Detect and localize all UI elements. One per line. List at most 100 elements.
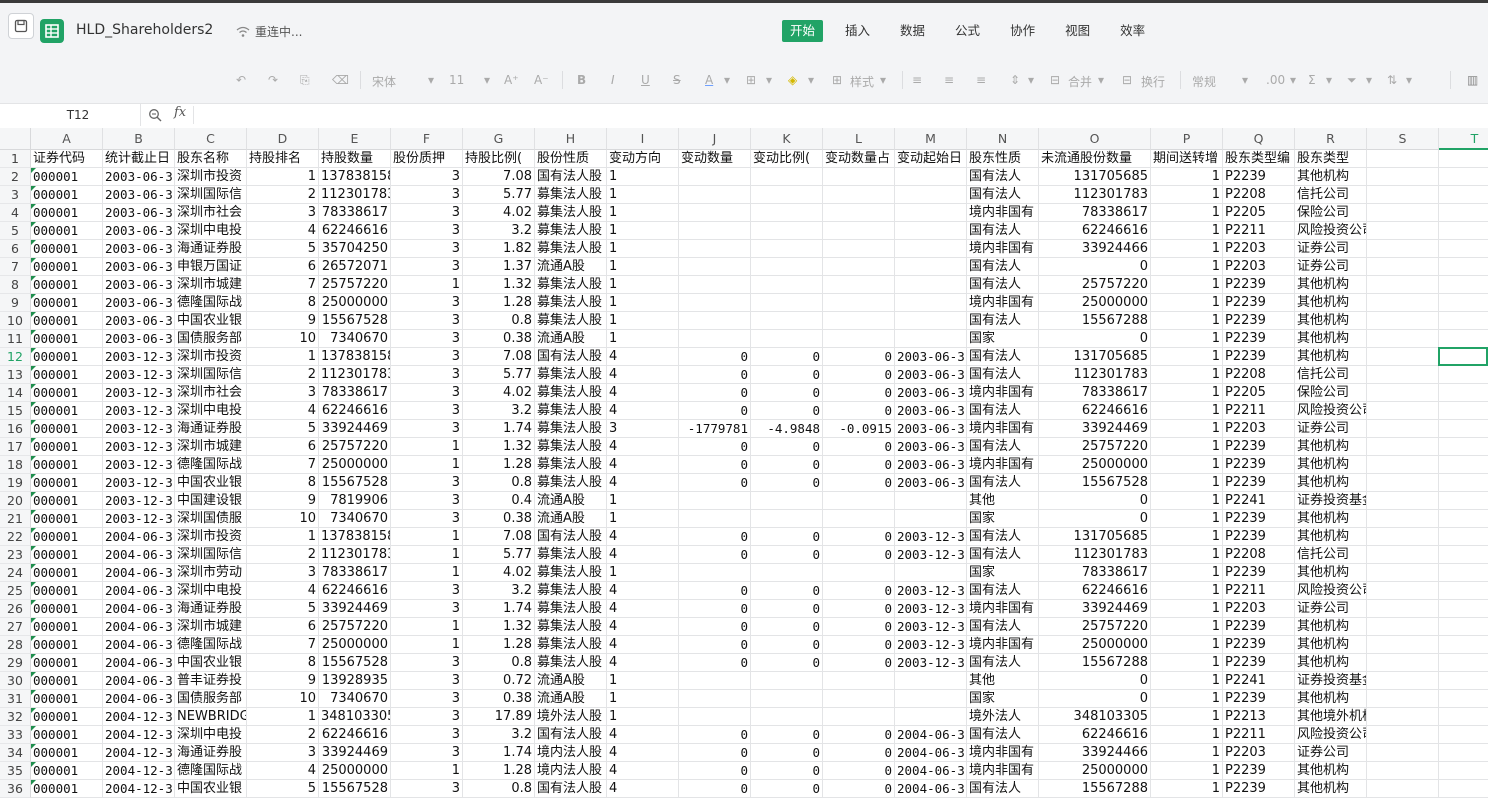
cell-Q36[interactable]: P2239 [1223, 780, 1295, 798]
cell-H4[interactable]: 募集法人股 [535, 204, 607, 222]
row-header-27[interactable]: 27 [0, 618, 31, 636]
row-header-33[interactable]: 33 [0, 726, 31, 744]
font-size-select[interactable]: 11 [449, 73, 464, 87]
cell-N30[interactable]: 其他 [967, 672, 1039, 690]
cell-L22[interactable]: 0 [823, 528, 895, 546]
cell-S3[interactable] [1367, 186, 1439, 204]
column-header-T[interactable]: T [1439, 128, 1488, 150]
cell-E4[interactable]: 78338617 [319, 204, 391, 222]
cell-O27[interactable]: 25757220 [1039, 618, 1151, 636]
cell-Q6[interactable]: P2203 [1223, 240, 1295, 258]
cell-P3[interactable]: 1 [1151, 186, 1223, 204]
cell-R31[interactable]: 其他机构 [1295, 690, 1367, 708]
cell-Q13[interactable]: P2208 [1223, 366, 1295, 384]
cell-H19[interactable]: 募集法人股 [535, 474, 607, 492]
cell-Q14[interactable]: P2205 [1223, 384, 1295, 402]
cell-E30[interactable]: 13928935 [319, 672, 391, 690]
cell-N26[interactable]: 境内非国有 [967, 600, 1039, 618]
cell-B36[interactable]: 2004-12-3 [103, 780, 175, 798]
cell-A35[interactable]: 000001 [31, 762, 103, 780]
cell-T21[interactable] [1439, 510, 1488, 528]
cell-P14[interactable]: 1 [1151, 384, 1223, 402]
cell-M14[interactable]: 2003-06-3 [895, 384, 967, 402]
cell-B21[interactable]: 2003-12-3 [103, 510, 175, 528]
cell-G24[interactable]: 4.02 [463, 564, 535, 582]
cell-E20[interactable]: 7819906 [319, 492, 391, 510]
cell-R17[interactable]: 其他机构 [1295, 438, 1367, 456]
cell-P35[interactable]: 1 [1151, 762, 1223, 780]
name-box[interactable]: T12 [16, 104, 141, 126]
cell-A12[interactable]: 000001 [31, 348, 103, 366]
align-left-icon[interactable]: ≡ [912, 73, 922, 87]
cell-M16[interactable]: 2003-06-3 [895, 420, 967, 438]
cell-T13[interactable] [1439, 366, 1488, 384]
cell-C23[interactable]: 深圳国际信 [175, 546, 247, 564]
cell-M36[interactable]: 2004-06-3 [895, 780, 967, 798]
cell-T36[interactable] [1439, 780, 1488, 798]
cell-T14[interactable] [1439, 384, 1488, 402]
cell-B12[interactable]: 2003-12-3 [103, 348, 175, 366]
cell-I25[interactable]: 4 [607, 582, 679, 600]
cell-A36[interactable]: 000001 [31, 780, 103, 798]
cell-A34[interactable]: 000001 [31, 744, 103, 762]
chevron-down-icon[interactable]: ▾ [1366, 73, 1372, 87]
cell-F14[interactable]: 3 [391, 384, 463, 402]
chevron-down-icon[interactable]: ▾ [724, 73, 730, 87]
cell-A3[interactable]: 000001 [31, 186, 103, 204]
cell-L6[interactable] [823, 240, 895, 258]
cell-F19[interactable]: 3 [391, 474, 463, 492]
column-header-K[interactable]: K [751, 128, 823, 150]
cell-E10[interactable]: 15567528 [319, 312, 391, 330]
cell-D17[interactable]: 6 [247, 438, 319, 456]
cell-C8[interactable]: 深圳市城建 [175, 276, 247, 294]
cell-K23[interactable]: 0 [751, 546, 823, 564]
cell-O8[interactable]: 25757220 [1039, 276, 1151, 294]
cell-B8[interactable]: 2003-06-3 [103, 276, 175, 294]
cell-H6[interactable]: 募集法人股 [535, 240, 607, 258]
cell-M21[interactable] [895, 510, 967, 528]
cell-D19[interactable]: 8 [247, 474, 319, 492]
cell-A10[interactable]: 000001 [31, 312, 103, 330]
cell-P17[interactable]: 1 [1151, 438, 1223, 456]
cell-O35[interactable]: 25000000 [1039, 762, 1151, 780]
cell-S4[interactable] [1367, 204, 1439, 222]
cell-G2[interactable]: 7.08 [463, 168, 535, 186]
cell-Q27[interactable]: P2239 [1223, 618, 1295, 636]
cell-H34[interactable]: 境内法人股 [535, 744, 607, 762]
cell-C34[interactable]: 海通证券股 [175, 744, 247, 762]
cell-D23[interactable]: 2 [247, 546, 319, 564]
cell-D26[interactable]: 5 [247, 600, 319, 618]
cell-S7[interactable] [1367, 258, 1439, 276]
cell-I1[interactable]: 变动方向 [607, 150, 679, 168]
cell-F3[interactable]: 3 [391, 186, 463, 204]
cell-P24[interactable]: 1 [1151, 564, 1223, 582]
cell-F22[interactable]: 1 [391, 528, 463, 546]
cell-A24[interactable]: 000001 [31, 564, 103, 582]
cell-A23[interactable]: 000001 [31, 546, 103, 564]
cell-A20[interactable]: 000001 [31, 492, 103, 510]
cell-A31[interactable]: 000001 [31, 690, 103, 708]
cell-R6[interactable]: 证券公司 [1295, 240, 1367, 258]
cell-K4[interactable] [751, 204, 823, 222]
cell-T4[interactable] [1439, 204, 1488, 222]
cell-T19[interactable] [1439, 474, 1488, 492]
decimal-format-icon[interactable]: .00 [1266, 73, 1285, 87]
cell-A28[interactable]: 000001 [31, 636, 103, 654]
cell-K11[interactable] [751, 330, 823, 348]
cell-K35[interactable]: 0 [751, 762, 823, 780]
cell-N2[interactable]: 国有法人 [967, 168, 1039, 186]
column-header-N[interactable]: N [967, 128, 1039, 150]
cell-G13[interactable]: 5.77 [463, 366, 535, 384]
cell-P27[interactable]: 1 [1151, 618, 1223, 636]
cell-L9[interactable] [823, 294, 895, 312]
menu-tab-4[interactable]: 协作 [1002, 20, 1043, 42]
cell-Q4[interactable]: P2205 [1223, 204, 1295, 222]
chart-icon[interactable]: ▥ [1467, 73, 1478, 87]
cell-G33[interactable]: 3.2 [463, 726, 535, 744]
cell-S29[interactable] [1367, 654, 1439, 672]
cell-O11[interactable]: 0 [1039, 330, 1151, 348]
column-header-G[interactable]: G [463, 128, 535, 150]
cell-B20[interactable]: 2003-12-3 [103, 492, 175, 510]
cell-R18[interactable]: 其他机构 [1295, 456, 1367, 474]
cell-N33[interactable]: 国有法人 [967, 726, 1039, 744]
